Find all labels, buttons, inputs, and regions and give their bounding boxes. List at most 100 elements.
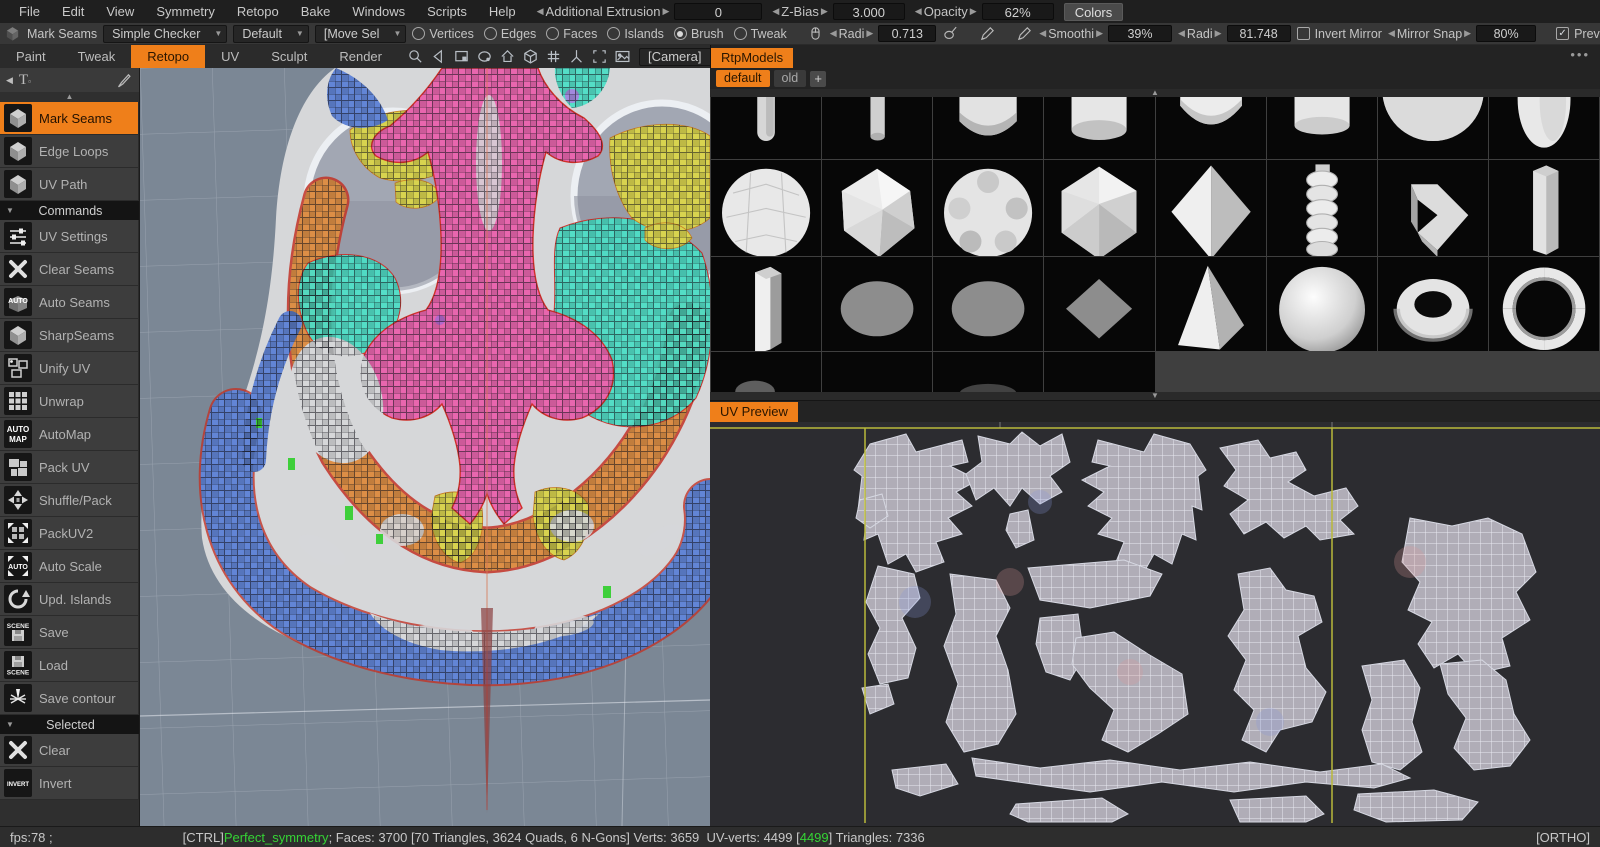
spin-right-icon[interactable]: ▶ xyxy=(866,28,873,39)
spin-left-icon[interactable]: ◀ xyxy=(537,6,544,17)
sidebar-item-invert[interactable]: INVERT Invert xyxy=(0,767,139,800)
select-mode-brush[interactable]: Brush xyxy=(673,27,724,41)
sidebar-item-save-contour[interactable]: Save contour xyxy=(0,682,139,715)
spin-left-icon[interactable]: ◀ xyxy=(1178,28,1185,39)
uv-preview-tab[interactable]: UV Preview xyxy=(710,402,798,422)
primitive-cylinder-short[interactable] xyxy=(1266,97,1377,160)
sidebar-item-auto-scale[interactable]: AUTO Auto Scale xyxy=(0,550,139,583)
rtp-models-tab[interactable]: RtpModels xyxy=(711,48,794,68)
menu-scripts[interactable]: Scripts xyxy=(416,4,478,19)
radius-value[interactable]: 0.713 xyxy=(878,25,937,42)
tab-uv[interactable]: UV xyxy=(205,45,255,68)
tab-render[interactable]: Render xyxy=(323,45,398,68)
rtp-tab-old[interactable]: old xyxy=(773,70,807,88)
sidebar-item-auto-seams[interactable]: AUTO Auto Seams xyxy=(0,286,139,319)
grid-icon[interactable] xyxy=(544,47,564,67)
sidebar-item-clear-seams[interactable]: Clear Seams xyxy=(0,253,139,286)
section-header-commands[interactable]: ▼ Commands xyxy=(0,201,139,220)
select-mode-vertices[interactable]: Vertices xyxy=(412,27,474,41)
primitive-icosahedron[interactable] xyxy=(1044,160,1155,257)
sidebar-item-save[interactable]: SCENE Save xyxy=(0,616,139,649)
menu-help[interactable]: Help xyxy=(478,4,527,19)
tab-tweak[interactable]: Tweak xyxy=(62,45,132,68)
select-mode-edges[interactable]: Edges xyxy=(483,27,536,41)
lasso-icon[interactable] xyxy=(942,24,959,44)
sidebar-item-edge-loops[interactable]: Edge Loops xyxy=(0,135,139,168)
sidebar-item-shuffle-pack[interactable]: Shuffle/Pack xyxy=(0,484,139,517)
invert-mirror-checkbox[interactable]: Invert Mirror xyxy=(1296,27,1382,41)
opacity-value[interactable]: 62% xyxy=(981,3,1054,20)
primitive-bead-stack[interactable] xyxy=(1266,160,1377,257)
spin-right-icon[interactable]: ▶ xyxy=(662,6,669,17)
primitive-disc[interactable] xyxy=(933,257,1044,352)
primitive-partial[interactable] xyxy=(711,352,822,392)
menu-retopo[interactable]: Retopo xyxy=(226,4,290,19)
select-mode-tweak[interactable]: Tweak xyxy=(733,27,787,41)
z-bias-value[interactable]: 3.000 xyxy=(832,3,905,20)
primitive-pyramid[interactable] xyxy=(1155,257,1266,352)
sidebar-item-load[interactable]: SCENE Load xyxy=(0,649,139,682)
spin-left-icon[interactable]: ◀ xyxy=(1039,28,1046,39)
menu-bake[interactable]: Bake xyxy=(290,4,342,19)
axes-icon[interactable] xyxy=(567,47,587,67)
primitive-partial[interactable] xyxy=(933,352,1044,392)
sidebar-item-unify-uv[interactable]: Unify UV xyxy=(0,352,139,385)
sidebar-item-uv-settings[interactable]: UV Settings xyxy=(0,220,139,253)
additional-extrusion-value[interactable]: 0 xyxy=(674,3,763,20)
primitive-partial[interactable] xyxy=(822,352,933,392)
primitive-prism[interactable] xyxy=(711,257,822,352)
brush-icon[interactable] xyxy=(113,70,133,90)
uv-preview-canvas[interactable] xyxy=(710,422,1600,826)
primitive-cylinder-dome[interactable] xyxy=(933,97,1044,160)
cube-icon[interactable] xyxy=(521,47,541,67)
sidebar-item-pack-uv[interactable]: Pack UV xyxy=(0,451,139,484)
home-icon[interactable] xyxy=(498,47,518,67)
spin-left-icon[interactable]: ◀ xyxy=(915,6,922,17)
primitive-ball-faceted[interactable] xyxy=(933,160,1044,257)
colors-button[interactable]: Colors xyxy=(1063,2,1124,21)
sidebar-item-uv-path[interactable]: UV Path xyxy=(0,168,139,201)
sidebar-item-packuv2[interactable]: PackUV2 xyxy=(0,517,139,550)
menu-view[interactable]: View xyxy=(95,4,145,19)
spin-left-icon[interactable]: ◀ xyxy=(772,6,779,17)
sidebar-item-sharpseams[interactable]: SharpSeams xyxy=(0,319,139,352)
spin-right-icon[interactable]: ▶ xyxy=(1096,28,1103,39)
rotate-icon[interactable] xyxy=(475,47,495,67)
select-mode-faces[interactable]: Faces xyxy=(546,27,597,41)
sidebar-item-mark-seams[interactable]: Mark Seams xyxy=(0,102,139,135)
collapse-arrow-icon[interactable]: ◀ xyxy=(6,75,13,86)
preset-dropdown[interactable]: Default ▼ xyxy=(233,24,309,43)
rtp-tab-default[interactable]: default xyxy=(716,70,770,88)
primitive-gem[interactable] xyxy=(822,160,933,257)
primitive-partial[interactable] xyxy=(1044,352,1155,392)
primitive-elbow[interactable] xyxy=(1377,160,1488,257)
expand-icon[interactable] xyxy=(590,47,610,67)
scroll-down-icon[interactable]: ▼ xyxy=(710,392,1600,400)
checker-dropdown[interactable]: Simple Checker ▼ xyxy=(103,24,228,43)
add-tab-button[interactable]: + xyxy=(810,70,827,87)
sidebar-item-upd-islands[interactable]: Upd. Islands xyxy=(0,583,139,616)
primitive-egg[interactable] xyxy=(1488,97,1599,160)
frame-icon[interactable] xyxy=(452,47,472,67)
primitive-capsule[interactable] xyxy=(711,97,822,160)
primitive-hex-column[interactable] xyxy=(1488,160,1599,257)
menu-file[interactable]: File xyxy=(8,4,51,19)
text-tool-icon[interactable]: T▫ xyxy=(19,72,31,89)
scroll-up-icon[interactable]: ▲ xyxy=(710,89,1600,98)
radius2-value[interactable]: 81.748 xyxy=(1226,25,1291,42)
menu-edit[interactable]: Edit xyxy=(51,4,95,19)
spin-right-icon[interactable]: ▶ xyxy=(821,6,828,17)
spin-right-icon[interactable]: ▶ xyxy=(970,6,977,17)
tab-retopo[interactable]: Retopo xyxy=(131,45,206,68)
tab-paint[interactable]: Paint xyxy=(0,45,62,68)
pencil-icon[interactable] xyxy=(979,24,996,44)
primitive-sphere[interactable] xyxy=(1266,257,1377,352)
spin-left-icon[interactable]: ◀ xyxy=(830,28,837,39)
select-mode-islands[interactable]: Islands xyxy=(607,27,664,41)
tab-sculpt[interactable]: Sculpt xyxy=(255,45,323,68)
scroll-up-icon[interactable]: ▲ xyxy=(0,92,139,102)
primitive-diamond-flat[interactable] xyxy=(1044,257,1155,352)
primitive-cylinder[interactable] xyxy=(1044,97,1155,160)
zoom-icon[interactable] xyxy=(406,47,426,67)
spin-right-icon[interactable]: ▶ xyxy=(1464,28,1471,39)
